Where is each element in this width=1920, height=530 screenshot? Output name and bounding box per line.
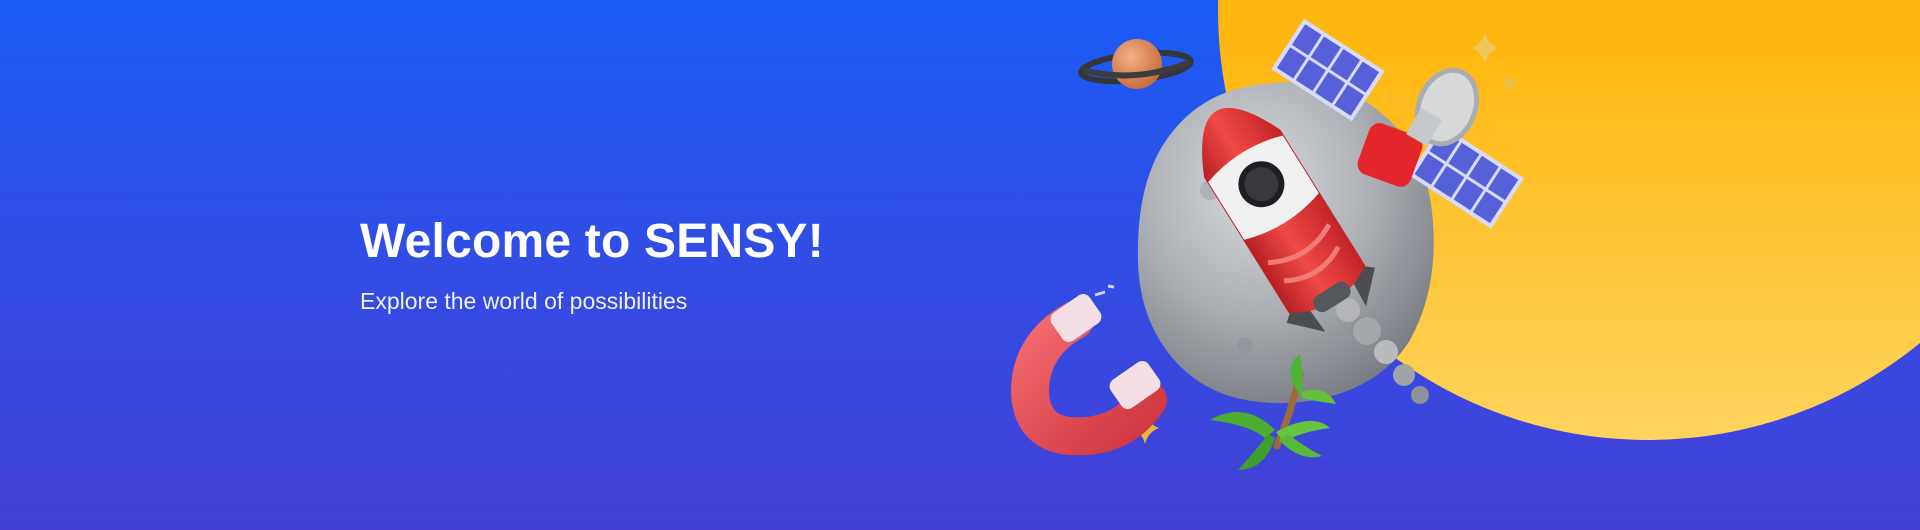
palm-icon: [1210, 354, 1336, 470]
page-title: Welcome to SENSY!: [360, 215, 824, 268]
hero-text-block: Welcome to SENSY! Explore the world of p…: [360, 212, 1060, 316]
page-subtitle: Explore the world of possibilities: [360, 288, 688, 314]
welcome-banner: Welcome to SENSY! Explore the world of p…: [0, 0, 1920, 530]
planet-icon: [1078, 39, 1194, 89]
sun-shape: [1218, 0, 1920, 440]
